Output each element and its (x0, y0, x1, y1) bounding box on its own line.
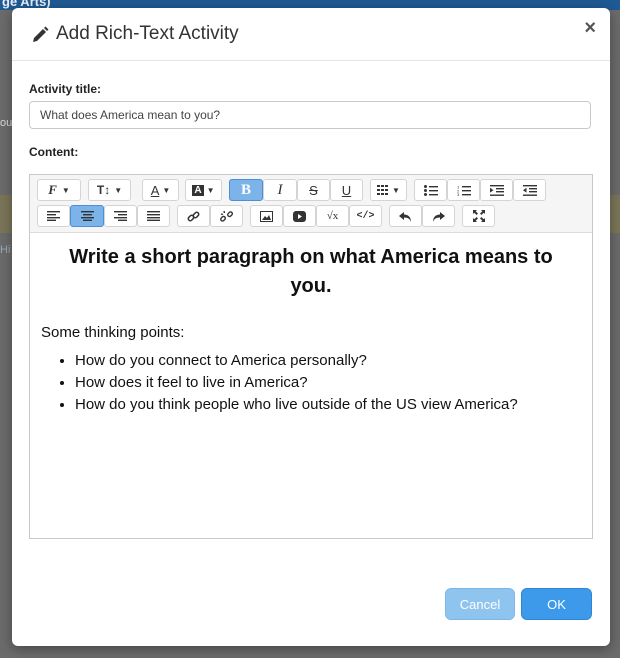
italic-button[interactable]: I (263, 179, 297, 201)
background-edge-text: ou (0, 117, 13, 129)
redo-button[interactable] (422, 205, 455, 227)
highlight-icon: A (192, 184, 204, 196)
ok-button[interactable]: OK (521, 588, 592, 620)
bold-button[interactable]: B (229, 179, 263, 201)
content-heading: Write a short paragraph on what America … (69, 246, 553, 297)
image-icon (260, 210, 273, 222)
font-family-dropdown[interactable]: F ▼ (37, 179, 81, 201)
numbered-list-icon: 123 (457, 185, 471, 196)
editor-toolbar: F ▼ T↕ ▼ A ▼ A ▼ B I S U ▼ 1 2 3 √x </> (30, 175, 592, 233)
undo-icon (399, 211, 411, 222)
cancel-button[interactable]: Cancel (445, 588, 515, 620)
activity-title-label: Activity title: (29, 82, 102, 96)
insert-video-button[interactable] (283, 205, 316, 227)
background-color-dropdown[interactable]: A ▼ (185, 179, 222, 201)
chevron-down-icon: ▼ (61, 185, 70, 195)
redo-icon (433, 211, 445, 222)
justify-button[interactable] (137, 205, 170, 227)
video-icon (293, 210, 306, 222)
code-icon: </> (356, 210, 375, 222)
chevron-down-icon: ▼ (392, 185, 400, 195)
list-item: How does it feel to live in America? (75, 372, 518, 394)
align-right-icon (114, 211, 127, 221)
bullet-list-button[interactable] (414, 179, 447, 201)
font-size-dropdown[interactable]: T↕ ▼ (88, 179, 131, 201)
align-center-button[interactable] (70, 205, 104, 227)
fullscreen-button[interactable] (462, 205, 495, 227)
strikethrough-button[interactable]: S (297, 179, 330, 201)
rich-text-editor: F ▼ T↕ ▼ A ▼ A ▼ B I S U ▼ 1 2 3 √x </> … (29, 174, 593, 539)
indent-button[interactable] (480, 179, 513, 201)
outdent-icon (522, 184, 537, 196)
pencil-icon (33, 26, 49, 42)
bullet-list-icon (423, 184, 438, 196)
align-center-icon (80, 211, 94, 221)
unlink-icon (220, 210, 233, 222)
modal-title: Add Rich-Text Activity (56, 23, 239, 44)
svg-text:3: 3 (457, 192, 460, 196)
insert-image-button[interactable] (250, 205, 283, 227)
align-right-button[interactable] (104, 205, 137, 227)
list-item: How do you connect to America personally… (75, 350, 518, 372)
link-icon (187, 211, 200, 221)
content-intro: Some thinking points: (41, 324, 185, 341)
chevron-down-icon: ▼ (162, 185, 171, 195)
remove-link-button[interactable] (210, 205, 243, 227)
table-icon (377, 185, 389, 195)
modal-header: Add Rich-Text Activity × (12, 8, 610, 61)
text-color-dropdown[interactable]: A ▼ (142, 179, 179, 201)
content-bullet-list: How do you connect to America personally… (56, 350, 518, 416)
indent-icon (489, 184, 504, 196)
undo-button[interactable] (389, 205, 422, 227)
underline-button[interactable]: U (330, 179, 363, 201)
align-left-icon (47, 211, 60, 221)
insert-link-button[interactable] (177, 205, 210, 227)
code-view-button[interactable]: </> (349, 205, 382, 227)
numbered-list-button[interactable]: 123 (447, 179, 480, 201)
formula-icon: √x (326, 210, 339, 222)
align-left-button[interactable] (37, 205, 70, 227)
list-item: How do you think people who live outside… (75, 394, 518, 416)
table-dropdown[interactable]: ▼ (370, 179, 407, 201)
fullscreen-icon (472, 210, 485, 222)
add-rich-text-modal: Add Rich-Text Activity × Activity title:… (12, 8, 610, 646)
insert-formula-button[interactable]: √x (316, 205, 349, 227)
outdent-button[interactable] (513, 179, 546, 201)
background-edge-link: Hi (0, 244, 11, 256)
chevron-down-icon: ▼ (206, 185, 215, 195)
activity-title-input[interactable] (29, 101, 591, 129)
chevron-down-icon: ▼ (114, 185, 123, 195)
content-label: Content: (29, 145, 79, 159)
close-button[interactable]: × (584, 18, 596, 38)
justify-icon (147, 211, 160, 221)
